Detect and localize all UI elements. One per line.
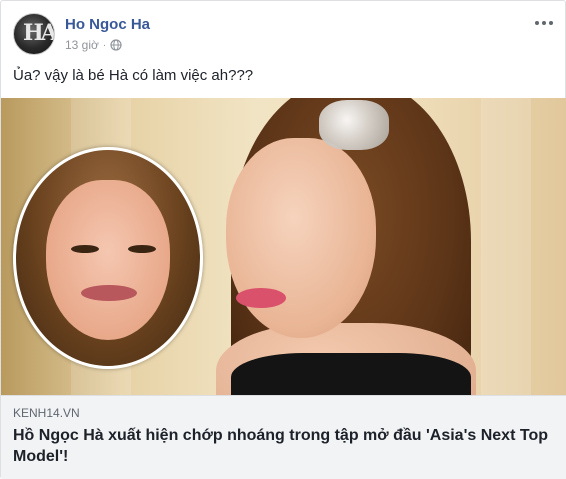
- smile: [236, 288, 286, 308]
- link-domain: KENH14.VN: [13, 406, 80, 420]
- post-timestamp[interactable]: 13 giờ: [65, 38, 99, 52]
- black-dress: [231, 353, 471, 395]
- facebook-post: HA Ho Ngoc Ha 13 giờ · Ủa? vậy là bé Hà …: [0, 0, 566, 479]
- author-avatar[interactable]: HA: [13, 13, 55, 55]
- inset-smile: [81, 285, 137, 301]
- more-dot: [542, 21, 546, 25]
- author-name[interactable]: Ho Ngoc Ha: [65, 16, 150, 33]
- meta-separator: ·: [102, 39, 107, 51]
- link-preview[interactable]: KENH14.VN Hồ Ngọc Hà xuất hiện chớp nhoá…: [1, 395, 566, 479]
- post-header: HA Ho Ngoc Ha 13 giờ ·: [13, 13, 555, 55]
- inset-eye: [128, 245, 156, 253]
- post-meta: 13 giờ ·: [65, 38, 122, 52]
- background-panel: [481, 98, 531, 395]
- jeweled-hair-clip: [319, 100, 389, 150]
- post-text: Ủa? vậy là bé Hà có làm việc ah???: [13, 67, 254, 84]
- link-title[interactable]: Hồ Ngọc Hà xuất hiện chớp nhoáng trong t…: [13, 425, 553, 467]
- more-dot: [549, 21, 553, 25]
- woman-face: [226, 138, 376, 338]
- inset-face: [46, 180, 170, 340]
- globe-icon[interactable]: [110, 39, 122, 51]
- avatar-logo: HA: [23, 20, 55, 46]
- inset-closeup-circle: [13, 147, 203, 369]
- inset-eye: [71, 245, 99, 253]
- more-horizontal-icon[interactable]: [533, 15, 555, 31]
- more-dot: [535, 21, 539, 25]
- post-link-image[interactable]: [1, 98, 566, 395]
